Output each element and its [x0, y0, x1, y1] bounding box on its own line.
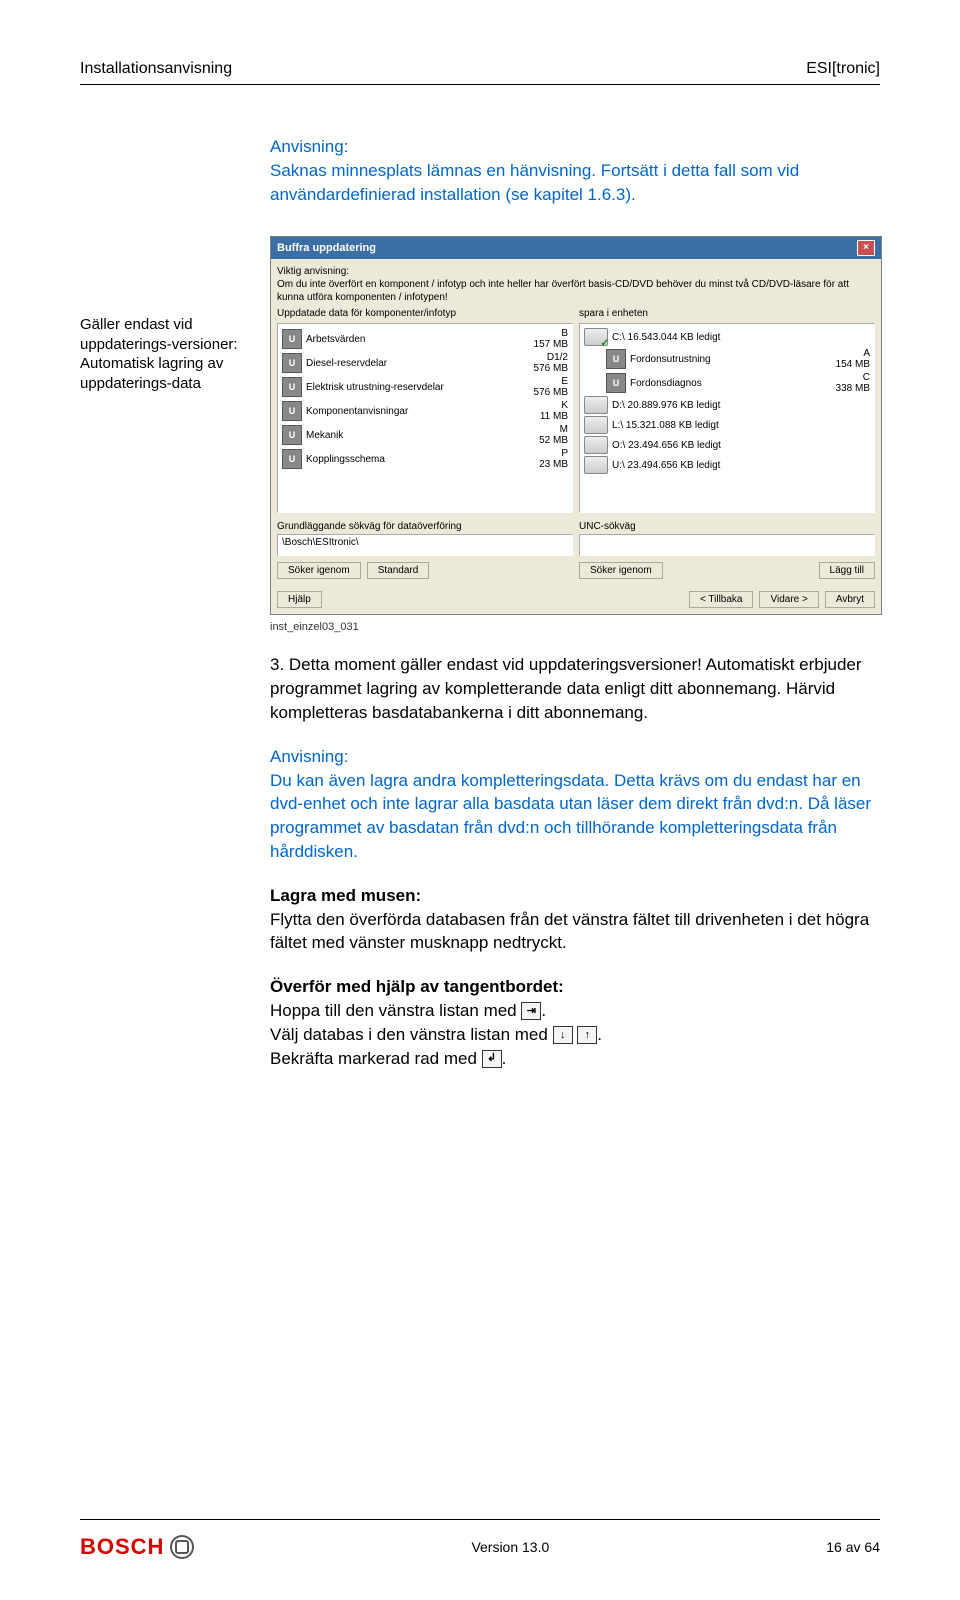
advice-body-2: Du kan även lagra andra kompletteringsda…: [270, 769, 880, 864]
advice-heading-2: Anvisning:: [270, 745, 880, 769]
list-item[interactable]: UKomponentanvisningarK11 MB: [282, 400, 568, 422]
component-icon: U: [606, 349, 626, 369]
drive-icon: [584, 436, 608, 454]
keyboard-line2: Välj databas i den vänstra listan med ↓ …: [270, 1023, 880, 1047]
drive-item[interactable]: U:\ 23.494.656 KB ledigt: [584, 456, 870, 474]
advice-body-1: Saknas minnesplats lämnas en hänvisning.…: [270, 159, 880, 207]
bosch-logo: BOSCH: [80, 1534, 194, 1560]
arrow-up-key-icon: ↑: [577, 1026, 597, 1044]
path-left-input[interactable]: \Bosch\ESItronic\: [277, 534, 573, 556]
search-button-right[interactable]: Söker igenom: [579, 562, 663, 579]
component-icon: U: [282, 329, 302, 349]
dialog-intro-label: Viktig anvisning:: [277, 266, 349, 277]
footer-version: Version 13.0: [471, 1539, 549, 1555]
bosch-symbol-icon: [170, 1535, 194, 1559]
screenshot-caption: inst_einzel03_031: [270, 621, 880, 633]
drive-item[interactable]: D:\ 20.889.976 KB ledigt: [584, 396, 870, 414]
drive-icon: [584, 328, 608, 346]
standard-button[interactable]: Standard: [367, 562, 430, 579]
header-left: Installationsanvisning: [80, 60, 232, 78]
drive-item[interactable]: L:\ 15.321.088 KB ledigt: [584, 416, 870, 434]
drive-item[interactable]: C:\ 16.543.044 KB ledigt: [584, 328, 870, 346]
component-icon: U: [282, 353, 302, 373]
drive-sub-item[interactable]: UFordonsdiagnosC338 MB: [606, 372, 870, 394]
list-item[interactable]: UMekanikM52 MB: [282, 424, 568, 446]
path-left-label: Grundläggande sökväg för dataöverföring: [277, 521, 573, 532]
search-button-left[interactable]: Söker igenom: [277, 562, 361, 579]
header-rule: [80, 84, 880, 85]
drive-item[interactable]: O:\ 23.494.656 KB ledigt: [584, 436, 870, 454]
footer-rule: [80, 1519, 880, 1520]
list-item[interactable]: UDiesel-reservdelarD1/2576 MB: [282, 352, 568, 374]
keyboard-heading: Överför med hjälp av tangentbordet:: [270, 975, 880, 999]
component-icon: U: [282, 449, 302, 469]
drive-icon: [584, 416, 608, 434]
list-item[interactable]: UKopplingsschemaP23 MB: [282, 448, 568, 470]
drive-icon: [584, 396, 608, 414]
keyboard-line3: Bekräfta markerad rad med ↲.: [270, 1047, 880, 1071]
list-item[interactable]: UArbetsvärdenB157 MB: [282, 328, 568, 350]
right-col-header: spara i enheten: [579, 308, 875, 319]
dialog-screenshot: Buffra uppdatering × Viktig anvisning: Om…: [270, 236, 880, 615]
help-button[interactable]: Hjälp: [277, 591, 322, 608]
footer-page: 16 av 64: [826, 1539, 880, 1555]
drive-icon: [584, 456, 608, 474]
margin-note: Gäller endast vid uppdaterings-versioner…: [80, 315, 250, 393]
component-icon: U: [282, 377, 302, 397]
path-right-input[interactable]: [579, 534, 875, 556]
component-icon: U: [606, 373, 626, 393]
left-col-header: Uppdatade data för komponenter/infotyp: [277, 308, 573, 319]
dialog-title: Buffra uppdatering: [277, 242, 376, 254]
next-button[interactable]: Vidare >: [759, 591, 818, 608]
enter-key-icon: ↲: [482, 1050, 502, 1068]
component-icon: U: [282, 401, 302, 421]
mouse-body: Flytta den överförda databasen från det …: [270, 908, 880, 956]
advice-heading-1: Anvisning:: [270, 135, 880, 159]
drive-sub-item[interactable]: UFordonsutrustningA154 MB: [606, 348, 870, 370]
step-3: 3. Detta moment gäller endast vid uppdat…: [270, 653, 880, 724]
dialog-intro-body: Om du inte överfört en komponent / infot…: [277, 279, 849, 303]
header-right: ESI[tronic]: [806, 60, 880, 78]
arrow-down-key-icon: ↓: [553, 1026, 573, 1044]
close-icon[interactable]: ×: [857, 240, 875, 256]
left-list[interactable]: UArbetsvärdenB157 MBUDiesel-reservdelarD…: [277, 323, 573, 513]
list-item[interactable]: UElektrisk utrustning-reservdelarE576 MB: [282, 376, 568, 398]
mouse-heading: Lagra med musen:: [270, 884, 880, 908]
keyboard-line1: Hoppa till den vänstra listan med ⇥.: [270, 999, 880, 1023]
path-right-label: UNC-sökväg: [579, 521, 875, 532]
right-list[interactable]: C:\ 16.543.044 KB ledigt UFordonsutrustni…: [579, 323, 875, 513]
tab-key-icon: ⇥: [521, 1002, 541, 1020]
cancel-button[interactable]: Avbryt: [825, 591, 875, 608]
add-button[interactable]: Lägg till: [819, 562, 875, 579]
component-icon: U: [282, 425, 302, 445]
back-button[interactable]: < Tillbaka: [689, 591, 754, 608]
